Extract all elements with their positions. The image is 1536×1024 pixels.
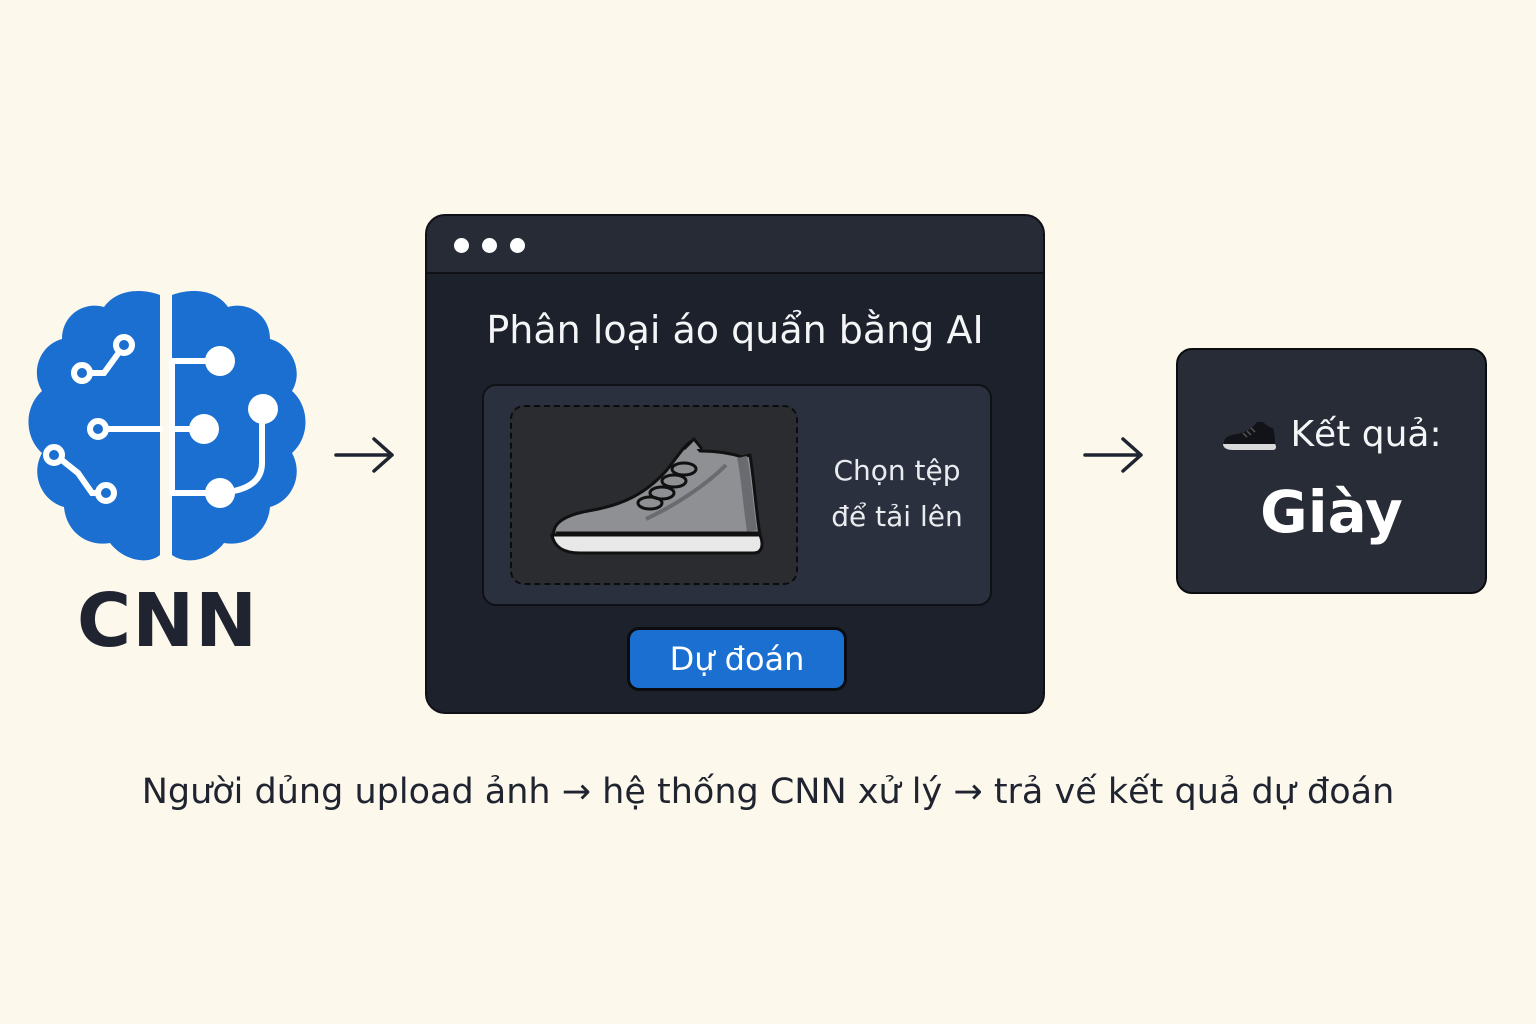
cnn-label: CNN [76,578,259,664]
app-title: Phân loại áo quẩn bằng AI [486,308,984,352]
window-dot-icon[interactable] [482,238,497,253]
result-header: Kết quả: [1178,414,1485,455]
result-value: Giày [1260,478,1403,546]
choose-file-line-1: Chọn tệp [833,454,961,487]
shoe-emoji-icon [1223,421,1277,450]
app-window: Phân loại áo quẩn bằng AI Chọn tệp để tả… [425,214,1045,714]
predict-button[interactable]: Dự đoán [627,627,847,691]
sneaker-icon [550,436,764,555]
window-dot-icon[interactable] [454,238,469,253]
choose-file-line-2: để tải lên [831,500,963,533]
window-dot-icon[interactable] [510,238,525,253]
flow-caption: Người dủng upload ảnh → hệ thống CNN xử … [141,772,1395,812]
choose-file-label[interactable]: Chọn tệp để tải lên [802,448,992,540]
arrow-right-icon [334,435,398,475]
arrow-right-icon [1083,435,1147,475]
window-titlebar [427,216,1043,274]
image-dropzone[interactable] [510,405,798,585]
result-card: Kết quả: Giày [1176,348,1487,594]
upload-panel[interactable]: Chọn tệp để tải lên [482,384,992,606]
brain-circuit-icon [20,285,315,575]
result-label: Kết quả: [1290,414,1442,455]
